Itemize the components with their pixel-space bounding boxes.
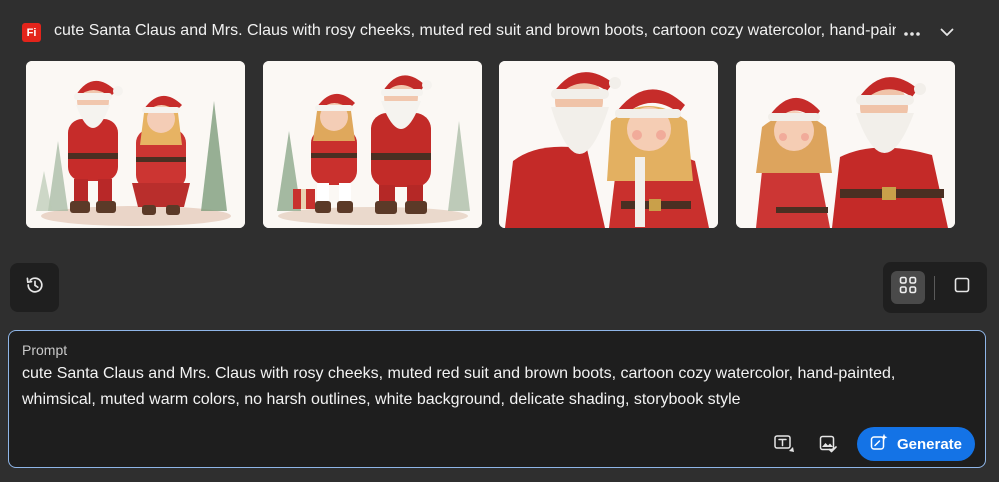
generated-image-2[interactable] <box>263 61 482 228</box>
generate-button[interactable]: Generate <box>857 427 975 461</box>
generation-title: cute Santa Claus and Mrs. Claus with ros… <box>54 22 896 39</box>
view-toggle <box>883 262 987 313</box>
text-effects-button[interactable] <box>772 433 798 459</box>
prompt-label: Prompt <box>22 342 68 358</box>
single-view-icon <box>954 277 970 298</box>
toggle-divider <box>934 276 935 300</box>
history-button[interactable] <box>10 263 59 312</box>
prompt-input[interactable]: cute Santa Claus and Mrs. Claus with ros… <box>22 361 972 413</box>
style-reference-icon <box>819 435 837 458</box>
chevron-down-icon <box>940 24 954 42</box>
prompt-panel: Prompt cute Santa Claus and Mrs. Claus w… <box>8 330 986 468</box>
history-icon <box>25 275 45 300</box>
more-icon <box>903 24 921 42</box>
prompt-header: Fi cute Santa Claus and Mrs. Claus with … <box>0 0 999 60</box>
generated-image-1[interactable] <box>26 61 245 228</box>
collapse-button[interactable] <box>936 22 958 44</box>
generated-image-3[interactable] <box>499 61 718 228</box>
more-options-button[interactable] <box>900 22 924 44</box>
sparkle-generate-icon <box>870 433 888 455</box>
grid-view-button[interactable] <box>891 271 925 304</box>
firefly-app-icon: Fi <box>22 23 41 42</box>
grid-view-icon <box>899 276 917 299</box>
generate-label: Generate <box>896 435 963 453</box>
single-view-button[interactable] <box>946 271 978 304</box>
text-effects-icon <box>774 434 796 459</box>
generated-image-4[interactable] <box>736 61 955 228</box>
style-reference-button[interactable] <box>815 433 841 459</box>
